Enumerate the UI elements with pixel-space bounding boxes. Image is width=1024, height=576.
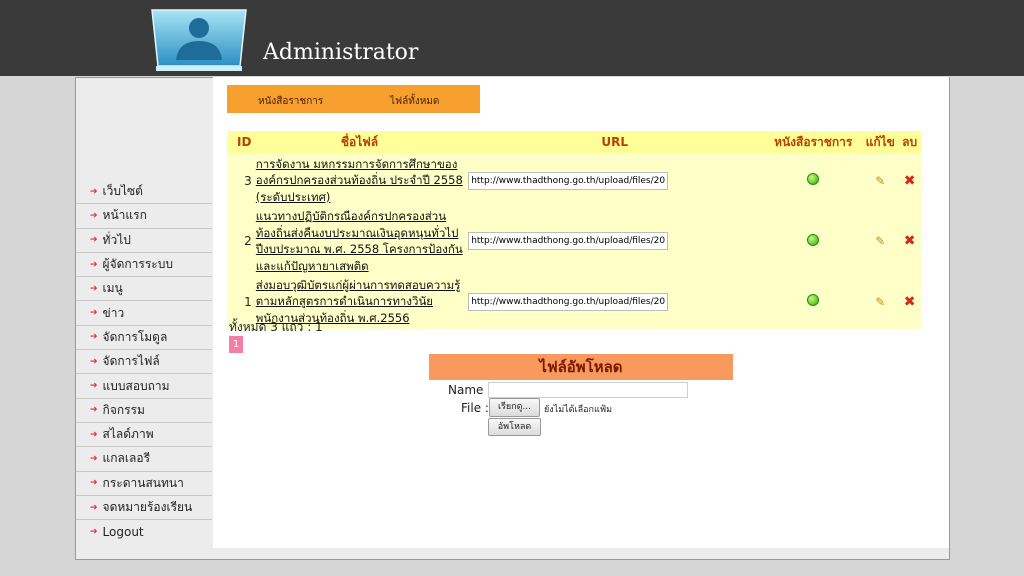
sidebar-item-label: จัดการไฟล์	[102, 354, 160, 369]
sidebar-item-label: แบบสอบถาม	[102, 378, 170, 393]
no-file-selected-text: ยังไม่ได้เลือกแฟ้ม	[544, 405, 613, 415]
delete-cross-icon[interactable]: ✖	[904, 294, 916, 310]
table-row: 1 ส่งมอบวุฒิบัตรแก่ผู้ผ่านการทดสอบความรู…	[227, 274, 921, 329]
table-header-row: ID ชื่อไฟล์ URL หนังสือราชการ แก้ไข ลบ	[227, 131, 921, 153]
arrow-right-icon: ➔	[90, 527, 98, 538]
sidebar-item-label: จดหมายร้องเรียน	[102, 500, 193, 514]
arrow-right-icon: ➔	[90, 186, 98, 197]
column-header-url: URL	[465, 131, 765, 153]
arrow-right-icon: ➔	[90, 235, 98, 246]
sidebar-item-complaints[interactable]: ➔ จดหมายร้องเรียน	[76, 496, 212, 521]
user-silhouette-icon	[151, 9, 247, 71]
sidebar-item-label: Logout	[102, 525, 144, 540]
arrow-right-icon: ➔	[90, 308, 98, 319]
arrow-right-icon: ➔	[90, 381, 98, 392]
row-count-summary: ทั้งหมด 3 แถว : 1	[229, 320, 323, 334]
tab-bar: หนังสือราชการ ไฟล์ทั้งหมด	[227, 85, 480, 113]
sidebar: ➔ เว็บไซต์ ➔ หน้าแรก ➔ ทั่วไป ➔ ผู้จัดการระบ…	[76, 180, 212, 544]
sidebar-item-label: จัดการโมดูล	[102, 329, 168, 344]
column-header-delete: ลบ	[898, 131, 921, 153]
pencil-icon[interactable]: ✎	[875, 234, 885, 248]
tab-all-files[interactable]: ไฟล์ทั้งหมด	[390, 94, 439, 109]
pencil-icon[interactable]: ✎	[875, 295, 885, 309]
sidebar-item-news[interactable]: ➔ ข่าว	[76, 301, 212, 326]
sidebar-item-files[interactable]: ➔ จัดการไฟล์	[76, 350, 212, 375]
row-id: 3	[244, 173, 252, 188]
table-row: 2 แนวทางปฏิบัติกรณีองค์กรปกครองส่วนท้องถ…	[227, 208, 921, 274]
upload-button[interactable]: อัพโหลด	[488, 418, 541, 436]
name-label: Name :	[448, 383, 492, 397]
file-label: File :	[461, 401, 489, 415]
arrow-right-icon: ➔	[90, 453, 98, 464]
arrow-right-icon: ➔	[90, 283, 98, 294]
arrow-right-icon: ➔	[90, 478, 98, 489]
file-name-link[interactable]: แนวทางปฏิบัติกรณีองค์กรปกครองส่วนท้องถิ่…	[254, 208, 465, 274]
sidebar-item-label: หน้าแรก	[102, 208, 147, 223]
arrow-right-icon: ➔	[90, 332, 98, 343]
sidebar-item-label: ทั่วไป	[102, 232, 131, 247]
status-green-dot-icon[interactable]	[807, 233, 820, 246]
sidebar-item-home[interactable]: ➔ หน้าแรก	[76, 204, 212, 229]
sidebar-item-slides[interactable]: ➔ สไลด์ภาพ	[76, 423, 212, 448]
name-input[interactable]	[488, 382, 688, 398]
sidebar-item-label: ผู้จัดการระบบ	[102, 257, 173, 272]
pencil-icon[interactable]: ✎	[875, 174, 885, 188]
sidebar-item-gallery[interactable]: ➔ แกลเลอรี	[76, 447, 212, 472]
row-id: 2	[244, 234, 252, 248]
sidebar-item-website[interactable]: ➔ เว็บไซต์	[76, 180, 212, 205]
column-header-edit: แก้ไข	[862, 131, 899, 153]
sidebar-item-modules[interactable]: ➔ จัดการโมดูล	[76, 326, 212, 351]
sidebar-item-general[interactable]: ➔ ทั่วไป	[76, 229, 212, 253]
sidebar-item-survey[interactable]: ➔ แบบสอบถาม	[76, 374, 212, 399]
arrow-right-icon: ➔	[90, 502, 98, 513]
sidebar-item-label: แกลเลอรี	[102, 451, 151, 466]
top-bar: Administrator	[0, 0, 1024, 76]
arrow-right-icon: ➔	[90, 429, 98, 440]
delete-cross-icon[interactable]: ✖	[904, 233, 916, 249]
column-header-name: ชื่อไฟล์	[253, 131, 466, 153]
sidebar-item-logout[interactable]: ➔ Logout	[76, 520, 212, 544]
arrow-right-icon: ➔	[90, 405, 98, 416]
sidebar-item-label: กิจกรรม	[102, 402, 145, 417]
sidebar-item-label: ข่าว	[102, 305, 125, 320]
sidebar-item-label: สไลด์ภาพ	[102, 427, 154, 442]
file-name-link[interactable]: การจัดงาน มหกรรมการจัดการศึกษาขององค์กรป…	[254, 153, 465, 208]
sidebar-item-forum[interactable]: ➔ กระดานสนทนา	[76, 472, 212, 496]
delete-cross-icon[interactable]: ✖	[904, 173, 916, 189]
table-row: 3 การจัดงาน มหกรรมการจัดการศึกษาขององค์ก…	[227, 153, 921, 208]
sidebar-item-admins[interactable]: ➔ ผู้จัดการระบบ	[76, 253, 212, 278]
status-green-dot-icon[interactable]	[807, 173, 820, 185]
sidebar-item-label: เว็บไซต์	[102, 184, 143, 199]
status-green-dot-icon[interactable]	[807, 294, 820, 306]
sidebar-item-activities[interactable]: ➔ กิจกรรม	[76, 399, 212, 423]
page-button-1[interactable]: 1	[229, 336, 243, 353]
sidebar-item-label: เมนู	[102, 281, 123, 296]
column-header-id: ID	[227, 131, 254, 153]
arrow-right-icon: ➔	[90, 356, 98, 367]
column-header-official: หนังสือราชการ	[764, 131, 863, 153]
tab-official-documents[interactable]: หนังสือราชการ	[258, 94, 323, 109]
files-table: ID ชื่อไฟล์ URL หนังสือราชการ แก้ไข ลบ 3…	[227, 131, 921, 329]
arrow-right-icon: ➔	[90, 210, 98, 221]
url-field[interactable]	[468, 232, 669, 250]
upload-section-heading: ไฟล์อัพโหลด	[429, 354, 733, 380]
app-title: Administrator	[263, 40, 419, 65]
sidebar-item-label: กระดานสนทนา	[102, 475, 184, 490]
sidebar-item-menu[interactable]: ➔ เมนู	[76, 277, 212, 302]
url-field[interactable]	[468, 171, 669, 190]
arrow-right-icon: ➔	[90, 259, 98, 270]
browse-button[interactable]: เรียกดู...	[489, 398, 540, 417]
url-field[interactable]	[468, 292, 669, 311]
